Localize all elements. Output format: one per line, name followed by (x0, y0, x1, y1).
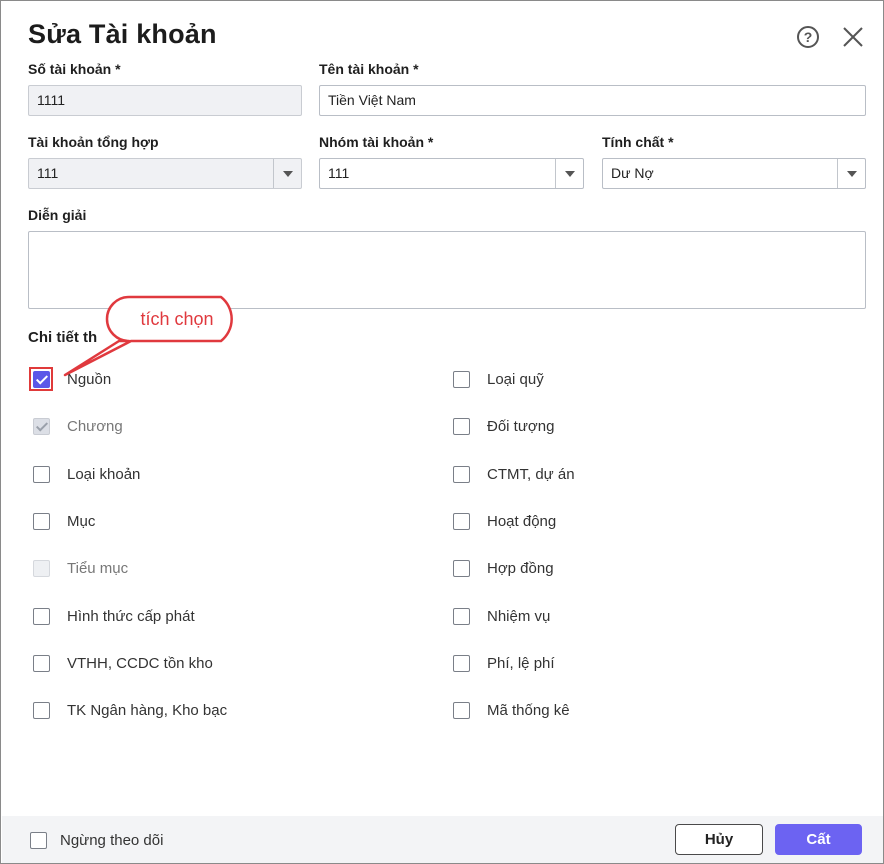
option-checkbox-row[interactable]: Mục (33, 510, 95, 532)
checkbox-icon[interactable] (33, 512, 50, 530)
option-checkbox-row[interactable]: CTMT, dự án (453, 463, 575, 485)
chevron-down-icon (273, 159, 301, 188)
option-checkbox-row[interactable]: Mã thống kê (453, 699, 570, 721)
help-icon[interactable]: ? (797, 26, 819, 48)
save-button[interactable]: Cất (775, 824, 862, 855)
option-checkbox-row[interactable]: Loại quỹ (453, 368, 544, 390)
option-label: Mục (67, 512, 96, 530)
stop-tracking-checkbox[interactable]: Ngừng theo dõi (30, 829, 163, 851)
option-checkbox-row: Chương (33, 415, 123, 437)
option-label: Mã thống kê (487, 701, 570, 719)
checkbox-icon (33, 417, 50, 435)
callout-bubble (63, 295, 233, 377)
checkbox-icon[interactable] (453, 654, 470, 672)
option-checkbox-row[interactable]: Đối tượng (453, 415, 554, 437)
account-number-field: 1111 (28, 85, 302, 116)
checkbox-icon[interactable] (33, 465, 50, 483)
option-label: Hợp đồng (487, 559, 554, 577)
option-label: Hình thức cấp phát (67, 607, 195, 625)
checkbox-icon[interactable] (453, 559, 470, 577)
account-name-label: Tên tài khoản * (319, 61, 419, 77)
option-label: VTHH, CCDC tồn kho (67, 654, 213, 672)
option-checkbox-row[interactable]: Phí, lệ phí (453, 652, 555, 674)
callout-text: tích chọn (140, 309, 214, 329)
checkbox-icon[interactable] (453, 370, 470, 388)
edit-account-dialog: Sửa Tài khoản ? Số tài khoản * 1111 Tên … (0, 0, 884, 864)
nature-label: Tính chất * (602, 134, 674, 150)
option-label: TK Ngân hàng, Kho bạc (67, 701, 228, 719)
checkbox-icon[interactable] (453, 465, 470, 483)
checkbox-icon[interactable] (33, 701, 50, 719)
option-checkbox-row[interactable]: Hình thức cấp phát (33, 605, 195, 627)
option-label: Loại khoản (67, 465, 141, 483)
option-label: Phí, lệ phí (487, 654, 555, 672)
option-checkbox-row[interactable]: Hoạt động (453, 510, 556, 532)
checkbox-icon[interactable] (453, 417, 470, 435)
option-checkbox-row[interactable]: VTHH, CCDC tồn kho (33, 652, 213, 674)
stop-tracking-label: Ngừng theo dõi (60, 831, 164, 849)
option-checkbox-row[interactable]: Loại khoản (33, 463, 140, 485)
parent-account-select: 111 (28, 158, 302, 189)
checkbox-icon[interactable] (30, 831, 47, 849)
account-group-value: 111 (328, 165, 350, 181)
cancel-button[interactable]: Hủy (675, 824, 763, 855)
option-checkbox-row[interactable]: TK Ngân hàng, Kho bạc (33, 699, 227, 721)
nature-value: Dư Nợ (611, 165, 654, 181)
option-label: Hoạt động (487, 512, 557, 530)
option-checkbox-row[interactable]: Hợp đồng (453, 557, 554, 579)
account-group-label: Nhóm tài khoản * (319, 134, 434, 150)
chevron-down-icon[interactable] (837, 159, 865, 188)
option-label: CTMT, dự án (487, 465, 575, 483)
dialog-title: Sửa Tài khoản (28, 19, 217, 49)
checkbox-icon[interactable] (453, 701, 470, 719)
checkbox-icon[interactable] (33, 654, 50, 672)
checkbox-icon[interactable] (453, 607, 470, 625)
option-checkbox-row: Tiểu mục (33, 557, 128, 579)
option-label: Chương (67, 417, 123, 435)
option-label: Loại quỹ (487, 370, 544, 388)
option-checkbox-row[interactable]: Nhiệm vụ (453, 605, 550, 627)
parent-account-label: Tài khoản tổng hợp (28, 134, 159, 150)
option-label: Đối tượng (487, 417, 555, 435)
checkbox-icon[interactable] (33, 607, 50, 625)
parent-account-value: 111 (37, 165, 59, 181)
checkbox-icon[interactable] (453, 512, 470, 530)
account-number-label: Số tài khoản * (28, 61, 121, 77)
description-label: Diễn giải (28, 207, 87, 223)
option-label: Nhiệm vụ (487, 607, 551, 625)
checkmark-icon (35, 418, 49, 432)
nature-select[interactable]: Dư Nợ (602, 158, 866, 189)
highlight-box (29, 367, 53, 391)
account-group-select[interactable]: 111 (319, 158, 584, 189)
checkbox-icon (33, 559, 50, 577)
chevron-down-icon[interactable] (555, 159, 583, 188)
account-name-field[interactable]: Tiền Việt Nam (319, 85, 866, 116)
option-label: Tiểu mục (67, 559, 129, 577)
close-icon[interactable] (841, 25, 865, 49)
